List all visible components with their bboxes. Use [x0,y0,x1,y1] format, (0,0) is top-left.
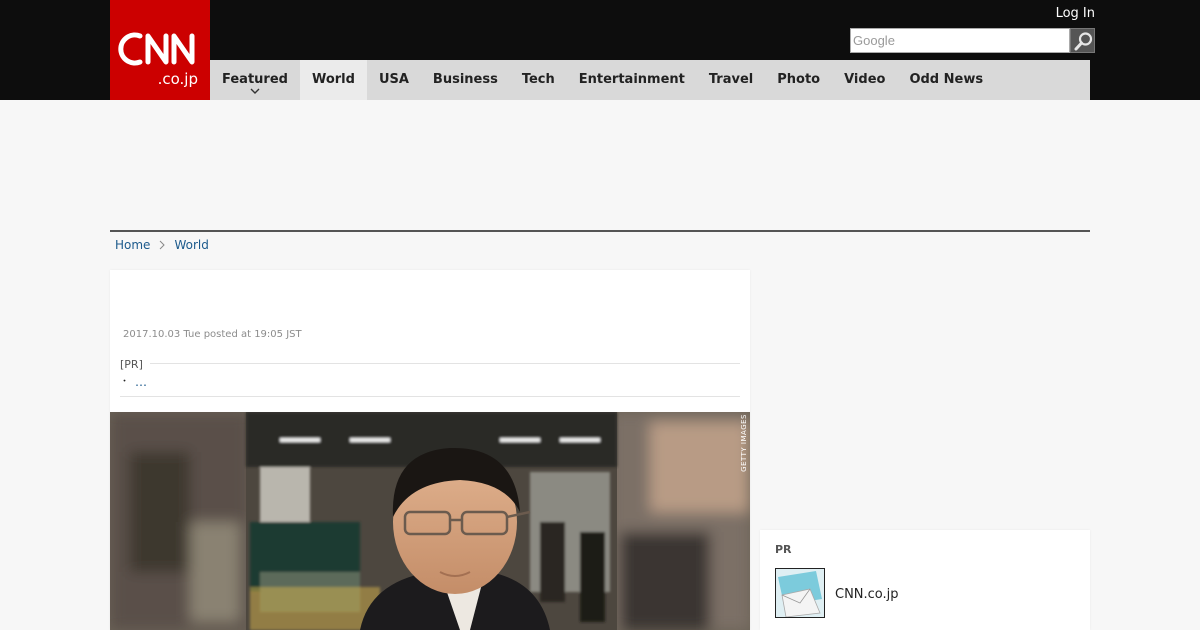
nav-item-label: Travel [708,72,754,87]
nav-item-business[interactable]: Business [421,60,510,100]
sidebar-pr-label: PR [775,543,792,556]
nav-item-video[interactable]: Video [832,60,897,100]
breadcrumb-world-link[interactable]: World [174,238,208,252]
nav-item-label: Odd News [909,72,984,87]
nav-item-featured[interactable]: Featured [210,60,300,100]
nav-item-label: Entertainment [578,72,685,87]
nav-item-label: USA [378,72,409,87]
chevron-down-icon [250,88,260,94]
article-card: 2017.10.03 Tue posted at 19:05 JST [PR] … [110,270,750,630]
nav-item-travel[interactable]: Travel [697,60,765,100]
sidebar-pr-box: PR CNN.co.jp [760,530,1090,630]
search-button[interactable] [1070,28,1095,53]
nav-item-odd-news[interactable]: Odd News [897,60,995,100]
top-header-bar: .co.jp Log In Featured World USA Busines… [0,0,1200,100]
nav-item-label: World [311,72,355,87]
nav-item-label: Business [432,72,498,87]
section-divider [110,230,1090,232]
nav-item-label: Photo [777,72,821,87]
nav-item-label: Featured [222,72,288,87]
sidebar-pr-link[interactable]: CNN.co.jp [835,587,899,602]
breadcrumb-home-link[interactable]: Home [115,238,150,252]
article-photo[interactable]: GETTY IMAGES [110,412,750,630]
cnn-logo-mark-icon [118,32,195,66]
pr-label: [PR] [120,358,143,371]
nav-item-tech[interactable]: Tech [510,60,567,100]
magnifier-icon [1074,32,1093,51]
google-search-input[interactable] [850,28,1070,53]
cnn-logo[interactable]: .co.jp [110,0,210,100]
photo-credit: GETTY IMAGES [740,414,748,472]
nav-item-usa[interactable]: USA [367,60,421,100]
nav-item-label: Video [844,72,886,87]
divider [150,363,740,364]
nav-item-entertainment[interactable]: Entertainment [567,60,697,100]
logo-domain-text: .co.jp [157,70,198,88]
article-photo-image [110,412,750,630]
divider [120,396,740,397]
nav-item-world[interactable]: World [299,60,367,100]
login-link[interactable]: Log In [1056,6,1095,21]
chevron-right-icon [160,240,166,250]
pr-link[interactable]: … [135,375,147,389]
nav-item-label: Tech [521,72,555,87]
nav-item-photo[interactable]: Photo [765,60,832,100]
main-nav: Featured World USA Business Tech Enterta… [210,60,1090,100]
pr-link-row: ・… [120,374,147,389]
article-timestamp: 2017.10.03 Tue posted at 19:05 JST [123,329,302,340]
pr-thumbnail[interactable] [775,568,825,618]
envelope-icon [776,569,824,617]
breadcrumb: Home World [115,238,209,252]
bullet: ・ [120,377,130,387]
